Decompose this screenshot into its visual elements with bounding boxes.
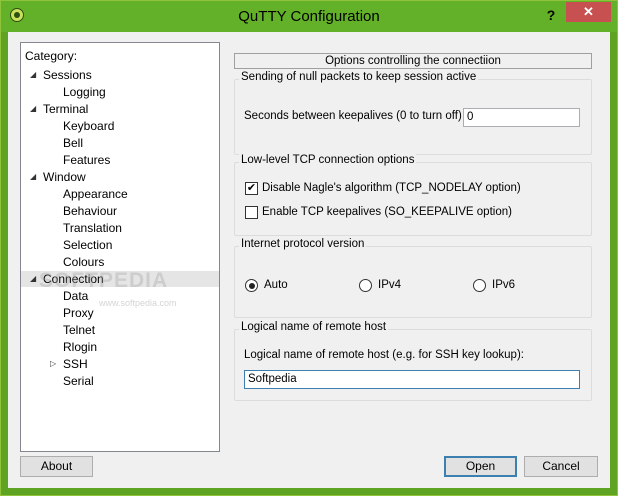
ip-group-label: Internet protocol version — [239, 238, 367, 250]
config-window: QuTTY Configuration ? ✕ Category: ◢ Sess… — [0, 0, 618, 496]
remote-host-input[interactable]: Softpedia — [244, 370, 580, 389]
ip-v6-label[interactable]: IPv6 — [492, 279, 515, 291]
tree-item-appearance[interactable]: Appearance — [63, 186, 128, 202]
tree-item-proxy[interactable]: Proxy — [63, 305, 94, 321]
keepalive-seconds-input[interactable]: 0 — [463, 108, 580, 127]
help-button[interactable]: ? — [542, 5, 560, 25]
tree-item-sessions[interactable]: Sessions — [43, 67, 92, 83]
tree-item-translation[interactable]: Translation — [63, 220, 122, 236]
ip-v6-radio[interactable] — [473, 279, 486, 292]
expanded-arrow-icon[interactable]: ◢ — [30, 169, 36, 185]
close-button[interactable]: ✕ — [566, 2, 611, 22]
expanded-arrow-icon[interactable]: ◢ — [30, 101, 36, 117]
tree-item-terminal[interactable]: Terminal — [43, 101, 88, 117]
title-bar[interactable]: QuTTY Configuration ? ✕ — [1, 1, 617, 32]
keepalive-group-label: Sending of null packets to keep session … — [239, 71, 479, 83]
cancel-button[interactable]: Cancel — [524, 456, 598, 477]
remote-host-group: Logical name of remote host Logical name… — [234, 321, 592, 401]
ip-version-group: Internet protocol version Auto IPv4 IPv6 — [234, 238, 592, 318]
tcp-group-label: Low-level TCP connection options — [239, 154, 417, 166]
ip-auto-radio[interactable] — [245, 279, 258, 292]
about-button[interactable]: About — [20, 456, 93, 477]
panel-title: Options controlling the connectiion — [234, 53, 592, 69]
dialog-client-area: Category: ◢ Sessions Logging ◢ Terminal … — [8, 32, 610, 488]
tree-item-window[interactable]: Window — [43, 169, 86, 185]
category-header: Category: — [25, 49, 78, 63]
expanded-arrow-icon[interactable]: ◢ — [30, 67, 36, 83]
ip-auto-label[interactable]: Auto — [264, 279, 288, 291]
remote-host-field-label: Logical name of remote host (e.g. for SS… — [244, 349, 524, 361]
tree-item-selection[interactable]: Selection — [63, 237, 112, 253]
tree-item-ssh[interactable]: SSH — [63, 356, 88, 372]
tree-item-features[interactable]: Features — [63, 152, 110, 168]
tree-item-bell[interactable]: Bell — [63, 135, 83, 151]
softpedia-watermark: SOFTPEDIA — [39, 269, 169, 292]
expanded-arrow-icon[interactable]: ◢ — [30, 271, 36, 287]
collapsed-arrow-icon[interactable]: ▷ — [50, 356, 56, 372]
window-title: QuTTY Configuration — [238, 8, 380, 25]
tcp-keepalive-checkbox[interactable] — [245, 206, 258, 219]
open-button[interactable]: Open — [444, 456, 517, 477]
nagle-checkbox-label[interactable]: Disable Nagle's algorithm (TCP_NODELAY o… — [262, 182, 521, 194]
remote-host-group-label: Logical name of remote host — [239, 321, 389, 333]
keepalive-group: Sending of null packets to keep session … — [234, 71, 592, 155]
nagle-checkbox[interactable]: ✔ — [245, 182, 258, 195]
tree-item-serial[interactable]: Serial — [63, 373, 94, 389]
tree-item-behaviour[interactable]: Behaviour — [63, 203, 117, 219]
ip-v4-label[interactable]: IPv4 — [378, 279, 401, 291]
tcp-keepalive-checkbox-label[interactable]: Enable TCP keepalives (SO_KEEPALIVE opti… — [262, 206, 512, 218]
checkmark-icon: ✔ — [246, 182, 257, 194]
tree-item-colours[interactable]: Colours — [63, 254, 104, 270]
category-tree[interactable]: Category: ◢ Sessions Logging ◢ Terminal … — [20, 42, 220, 452]
tree-item-telnet[interactable]: Telnet — [63, 322, 95, 338]
tree-item-keyboard[interactable]: Keyboard — [63, 118, 114, 134]
ip-v4-radio[interactable] — [359, 279, 372, 292]
keepalive-field-label: Seconds between keepalives (0 to turn of… — [244, 110, 462, 122]
tree-item-logging[interactable]: Logging — [63, 84, 106, 100]
tcp-options-group: Low-level TCP connection options ✔ Disab… — [234, 154, 592, 236]
tree-item-rlogin[interactable]: Rlogin — [63, 339, 97, 355]
softpedia-watermark-url: www.softpedia.com — [99, 298, 177, 308]
